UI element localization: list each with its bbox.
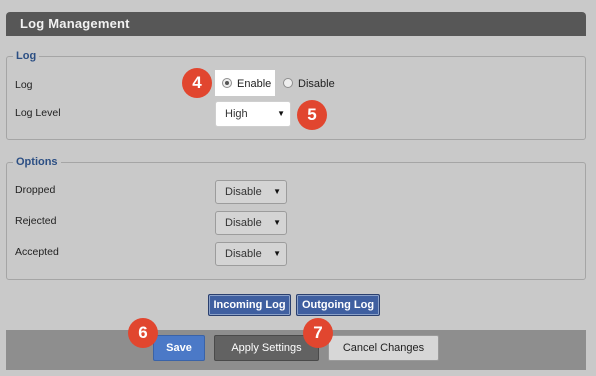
log-disable-label[interactable]: Disable [298,78,335,90]
chevron-down-icon: ▼ [273,218,281,227]
log-disable-radio[interactable] [283,78,293,88]
chevron-down-icon: ▼ [273,249,281,258]
log-enable-radio[interactable] [222,78,232,88]
page-title: Log Management [6,12,586,36]
rejected-value: Disable [225,217,262,229]
callout-badge-4: 4 [182,68,212,98]
options-fieldset: Options [6,155,586,280]
save-button[interactable]: Save [153,335,205,361]
dropped-label: Dropped [15,184,56,196]
log-enable-label[interactable]: Enable [237,78,271,90]
log-label: Log [15,79,33,91]
accepted-label: Accepted [15,246,59,258]
dropped-value: Disable [225,186,262,198]
cancel-changes-button[interactable]: Cancel Changes [328,335,439,361]
log-level-label: Log Level [15,107,61,119]
log-level-select[interactable]: High ▼ [215,101,291,127]
log-level-value: High [225,108,248,120]
callout-badge-6: 6 [128,318,158,348]
log-legend: Log [13,49,40,63]
dropped-select[interactable]: Disable ▼ [215,180,287,204]
callout-badge-7: 7 [303,318,333,348]
accepted-value: Disable [225,248,262,260]
options-legend: Options [13,155,61,169]
chevron-down-icon: ▼ [273,187,281,196]
callout-badge-5: 5 [297,100,327,130]
incoming-log-button[interactable]: Incoming Log [208,294,291,316]
accepted-select[interactable]: Disable ▼ [215,242,287,266]
log-fieldset: Log [6,49,586,140]
outgoing-log-button[interactable]: Outgoing Log [296,294,380,316]
rejected-label: Rejected [15,215,57,227]
rejected-select[interactable]: Disable ▼ [215,211,287,235]
chevron-down-icon: ▼ [277,109,285,118]
